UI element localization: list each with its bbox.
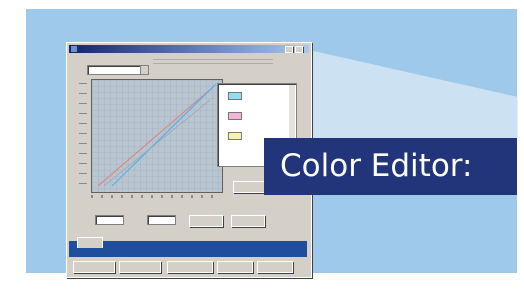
- bottom-button-2[interactable]: [119, 261, 161, 273]
- yellow-swatch[interactable]: [228, 132, 242, 140]
- output-field[interactable]: [147, 215, 176, 225]
- window-title-bar[interactable]: [69, 45, 309, 53]
- bottom-button-3[interactable]: [167, 261, 213, 273]
- x-axis-ticks: [91, 195, 221, 198]
- input-field[interactable]: [95, 215, 124, 225]
- curve-header-text: [153, 59, 273, 67]
- minimize-button[interactable]: [285, 46, 293, 53]
- bottom-button-4[interactable]: [217, 261, 253, 273]
- curve-graph[interactable]: [91, 79, 223, 193]
- bottom-button-bar: [69, 258, 307, 274]
- bottom-button-1[interactable]: [73, 261, 115, 273]
- remove-button[interactable]: [231, 215, 265, 227]
- add-button[interactable]: [189, 215, 223, 227]
- tab-active[interactable]: [77, 237, 103, 248]
- tab-strip: [69, 237, 307, 257]
- bottom-button-5[interactable]: [257, 261, 293, 273]
- y-axis-ticks: [79, 83, 87, 191]
- cyan-swatch[interactable]: [228, 92, 242, 100]
- callout-label: Color Editor:: [264, 138, 517, 195]
- preset-select[interactable]: [87, 65, 149, 75]
- curve-graph-plot: [92, 80, 222, 192]
- magenta-swatch[interactable]: [228, 112, 242, 120]
- app-icon: [71, 46, 77, 52]
- chevron-down-icon[interactable]: [140, 66, 148, 74]
- close-button[interactable]: [295, 46, 303, 53]
